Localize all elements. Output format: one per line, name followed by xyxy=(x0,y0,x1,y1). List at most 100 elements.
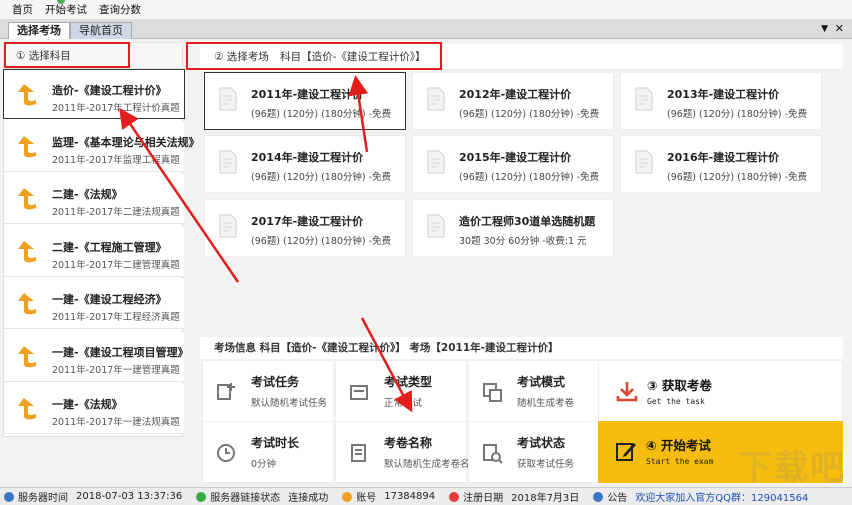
globe-icon xyxy=(4,491,14,502)
exam-room-title: 2016年-建设工程计价 xyxy=(667,151,780,164)
tab-select-room[interactable]: 选择考场 xyxy=(8,22,70,39)
exam-info-value: 默认随机生成考卷名 xyxy=(384,459,470,470)
subject-item[interactable]: 一建-《建设工程经济》 2011年-2017年工程经济真题 xyxy=(4,279,184,329)
task-icon xyxy=(217,383,235,400)
type-icon xyxy=(350,385,368,400)
exam-room-card[interactable]: 2014年-建设工程计价 (96题) (120分) (180分钟) -免费 xyxy=(204,135,406,193)
document-icon xyxy=(427,214,445,238)
start-exam-label: ④ 开始考试 xyxy=(646,438,711,453)
exam-room-card[interactable]: 2016年-建设工程计价 (96题) (120分) (180分钟) -免费 xyxy=(620,135,822,193)
exam-room-detail: (96题) (120分) (180分钟) -免费 xyxy=(667,109,808,120)
exam-room-detail: (96题) (120分) (180分钟) -免费 xyxy=(251,172,392,183)
notice-value[interactable]: 欢迎大家加入官方QQ群：129041564 xyxy=(635,489,808,504)
menu-home[interactable]: 首页 xyxy=(6,0,39,20)
tab-bar: 选择考场 导航首页 ▼ ✕ xyxy=(0,20,852,39)
calendar-icon xyxy=(449,491,460,502)
exam-room-card[interactable]: 造价工程师30道单选随机题 30题 30分 60分钟 -收费:1 元 xyxy=(412,199,614,257)
exam-room-detail: 30题 30分 60分钟 -收费:1 元 xyxy=(459,236,587,247)
subject-item[interactable]: 二建-《工程施工管理》 2011年-2017年二建管理真题 xyxy=(4,226,184,277)
watermark: 下载吧 xyxy=(738,448,846,488)
server-time-value: 2018-07-03 13:37:36 xyxy=(76,491,183,502)
paper-name-icon xyxy=(351,444,366,462)
status-bar: 服务器时间 2018-07-03 13:37:36 服务器链接状态 连接成功 账… xyxy=(0,487,852,505)
exam-info-value: 随机生成考卷 xyxy=(517,398,575,409)
menu-start-exam[interactable]: 开始考试 xyxy=(39,0,93,20)
server-time-label: 服务器时间 xyxy=(18,493,68,504)
exam-info-title: 考卷名称 xyxy=(384,436,433,450)
subject-item[interactable]: 监理-《基本理论与相关法规》 2011年-2017年监理工程真题 xyxy=(4,121,200,172)
reg-date-value: 2018年7月3日 xyxy=(511,493,580,504)
account-label: 账号 xyxy=(356,493,377,504)
exam-room-card[interactable]: 2011年-建设工程计价 (96题) (120分) (180分钟) -免费 xyxy=(204,72,406,130)
return-arrow-icon xyxy=(18,84,36,106)
exam-room-card[interactable]: 2013年-建设工程计价 (96题) (120分) (180分钟) -免费 xyxy=(620,72,822,130)
document-icon xyxy=(219,214,237,238)
subject-title: 一建-《建设工程经济》 xyxy=(52,293,167,306)
status-icon xyxy=(483,444,503,464)
subject-item[interactable]: 造价-《建设工程计价》 2011年-2017年工程计价真题 xyxy=(3,69,185,119)
subject-subtitle: 2011年-2017年监理工程真题 xyxy=(52,154,180,166)
document-icon xyxy=(219,150,237,174)
subject-item[interactable]: 一建-《法规》 2011年-2017年一建法规真题 xyxy=(4,384,184,434)
return-arrow-icon xyxy=(18,293,36,315)
exam-room-detail: (96题) (120分) (180分钟) -免费 xyxy=(251,236,392,247)
subject-title: 二建-《法规》 xyxy=(52,188,123,201)
exam-room-detail: (96题) (120分) (180分钟) -免费 xyxy=(667,172,808,183)
reg-date-label: 注册日期 xyxy=(463,493,504,504)
exam-room-title: 2014年-建设工程计价 xyxy=(251,151,364,164)
subject-subtitle: 2011年-2017年二建法规真题 xyxy=(52,207,180,218)
get-paper-button[interactable]: ③ 获取考卷 Get the task xyxy=(598,360,843,422)
download-icon xyxy=(616,382,638,402)
exam-info-title: 考试任务 xyxy=(251,375,300,389)
subject-title: 造价-《建设工程计价》 xyxy=(52,84,167,97)
exam-info-item: 考卷名称默认随机生成考卷名 xyxy=(335,421,470,483)
exam-room-card[interactable]: 2015年-建设工程计价 (96题) (120分) (180分钟) -免费 xyxy=(412,135,614,193)
tab-dropdown-icon[interactable]: ▼ xyxy=(821,24,828,34)
subject-title: 一建-《建设工程项目管理》 xyxy=(52,345,189,359)
subject-title: 二建-《工程施工管理》 xyxy=(52,240,167,254)
subject-subtitle: 2011年-2017年工程经济真题 xyxy=(52,312,180,323)
annotation-box-room xyxy=(186,42,442,70)
exam-info-value: 正常考试 xyxy=(384,398,423,409)
tab-nav-home[interactable]: 导航首页 xyxy=(70,22,132,39)
get-paper-label: ③ 获取考卷 xyxy=(647,378,712,393)
subject-item[interactable]: 二建-《法规》 2011年-2017年二建法规真题 xyxy=(4,174,184,224)
subject-title: 一建-《法规》 xyxy=(52,398,123,411)
user-icon xyxy=(342,491,353,502)
document-icon xyxy=(635,150,653,174)
notice-icon xyxy=(593,491,604,502)
exam-room-card[interactable]: 2012年-建设工程计价 (96题) (120分) (180分钟) -免费 xyxy=(412,72,614,130)
start-exam-sub: Start the exam xyxy=(646,457,714,466)
exam-room-title: 造价工程师30道单选随机题 xyxy=(459,215,596,228)
return-arrow-icon xyxy=(18,345,36,367)
notice-label: 公告 xyxy=(607,493,628,504)
exam-info-title: 考试时长 xyxy=(251,436,300,450)
exam-info-title: 考试状态 xyxy=(517,436,566,450)
mode-icon xyxy=(483,383,502,402)
exam-room-title: 2011年-建设工程计价 xyxy=(251,88,364,101)
return-arrow-icon xyxy=(18,240,36,262)
exam-room-detail: (96题) (120分) (180分钟) -免费 xyxy=(459,109,600,120)
exam-room-card[interactable]: 2017年-建设工程计价 (96题) (120分) (180分钟) -免费 xyxy=(204,199,406,257)
return-arrow-icon xyxy=(18,398,36,420)
exam-room-title: 2017年-建设工程计价 xyxy=(251,215,364,228)
exam-info-title: 考试类型 xyxy=(384,375,433,389)
exam-room-title: 2012年-建设工程计价 xyxy=(459,88,572,101)
document-icon xyxy=(635,87,653,111)
document-icon xyxy=(427,150,445,174)
exam-room-detail: (96题) (120分) (180分钟) -免费 xyxy=(459,172,600,183)
exam-room-detail: (96题) (120分) (180分钟) -免费 xyxy=(251,109,392,120)
subject-item[interactable]: 一建-《建设工程项目管理》 2011年-2017年一建管理真题 xyxy=(4,331,189,382)
exam-info-item: 考试时长 0分钟 xyxy=(202,421,334,483)
return-arrow-icon xyxy=(18,135,36,157)
subject-panel: ① 选择科目 造价-《建设工程计价》 2011年-2017年工程计价真题 监理-《基… xyxy=(3,42,200,437)
close-icon[interactable]: ✕ xyxy=(835,22,844,35)
exam-info-value: 获取考试任务 xyxy=(517,459,575,470)
menu-bar: 首页 开始考试 查询分数 xyxy=(0,0,852,20)
menu-query-score[interactable]: 查询分数 xyxy=(93,0,147,20)
exam-info-value: 0分钟 xyxy=(251,459,277,470)
exam-info-value: 默认随机考试任务 xyxy=(251,398,328,409)
exam-info-item: 考试模式 随机生成考卷 xyxy=(468,360,600,422)
exam-room-title: 2013年-建设工程计价 xyxy=(667,88,780,101)
exam-info-item: 考试类型 正常考试 xyxy=(335,360,467,422)
